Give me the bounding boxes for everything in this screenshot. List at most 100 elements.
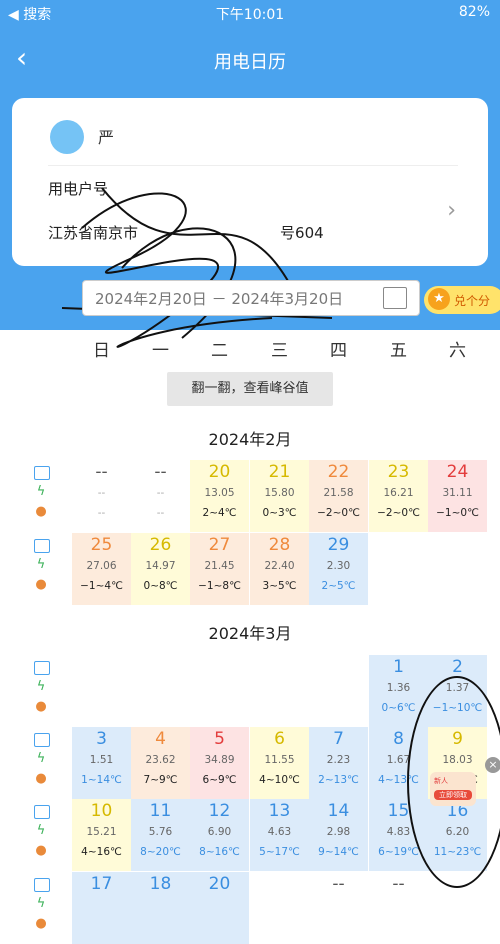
calendar-day-cell[interactable]: 11 5.76 8~20℃ bbox=[131, 799, 190, 871]
status-battery: 82% bbox=[458, 4, 490, 20]
day-number: 3 bbox=[96, 729, 107, 749]
day-temperature: 4~16℃ bbox=[81, 846, 122, 858]
day-number: 29 bbox=[327, 535, 350, 555]
day-number: 28 bbox=[268, 535, 291, 555]
points-badge[interactable]: ★ 兑个分 bbox=[424, 286, 500, 314]
calendar-day-cell[interactable]: 13 4.63 5~17℃ bbox=[250, 799, 309, 871]
calendar-day-cell[interactable]: 27 21.45 −1~8℃ bbox=[190, 533, 249, 605]
calendar-day-cell[interactable]: 29 2.30 2~5℃ bbox=[309, 533, 368, 605]
calendar-day-cell[interactable]: 18 bbox=[131, 872, 190, 944]
day-temperature: −1~8℃ bbox=[198, 580, 241, 592]
weekday-thu: 四 bbox=[330, 341, 347, 361]
day-usage: 22.40 bbox=[264, 560, 295, 572]
calendar-day-cell[interactable]: 12 6.90 8~16℃ bbox=[190, 799, 249, 871]
day-usage: 2.98 bbox=[326, 826, 351, 838]
day-usage: 13.05 bbox=[204, 487, 235, 499]
card-divider bbox=[48, 165, 458, 166]
day-usage: 21.45 bbox=[204, 560, 235, 572]
day-usage: 6.90 bbox=[207, 826, 232, 838]
electricity-icon: ϟ bbox=[36, 557, 46, 572]
avatar bbox=[50, 120, 84, 154]
day-temperature: -- bbox=[97, 507, 106, 519]
calendar-day-cell[interactable]: -- bbox=[309, 872, 368, 944]
date-icon bbox=[34, 466, 50, 480]
calendar-day-cell[interactable]: 4 23.62 7~9℃ bbox=[131, 727, 190, 799]
day-number: 20 bbox=[208, 874, 231, 894]
day-temperature: 6~9℃ bbox=[202, 774, 237, 786]
calendar-day-cell[interactable]: 20 13.05 2~4℃ bbox=[190, 460, 249, 532]
day-usage: 1.51 bbox=[89, 754, 114, 766]
calendar-day-cell[interactable]: -- -- -- bbox=[72, 460, 131, 532]
calendar-day-cell[interactable]: 20 bbox=[190, 872, 249, 944]
day-temperature: −2~0℃ bbox=[317, 507, 360, 519]
day-number: 22 bbox=[327, 462, 350, 482]
calendar-day-cell[interactable]: 24 31.11 −1~0℃ bbox=[428, 460, 487, 532]
day-temperature: −1~4℃ bbox=[80, 580, 123, 592]
month-title: 2024年2月 bbox=[208, 430, 292, 449]
calendar-day-cell[interactable]: -- -- -- bbox=[131, 460, 190, 532]
calendar-day-cell[interactable]: -- bbox=[369, 872, 428, 944]
temperature-icon: ● bbox=[35, 843, 47, 858]
star-icon: ★ bbox=[428, 288, 450, 310]
calendar-icon bbox=[383, 287, 407, 309]
day-number: 1 bbox=[393, 657, 404, 677]
date-icon bbox=[34, 539, 50, 553]
day-temperature: 0~3℃ bbox=[262, 507, 297, 519]
day-temperature: 2~5℃ bbox=[321, 580, 356, 592]
calendar-day-cell[interactable]: 22 21.58 −2~0℃ bbox=[309, 460, 368, 532]
day-temperature: 8~20℃ bbox=[140, 846, 181, 858]
account-name: 严 bbox=[98, 128, 115, 147]
day-temperature: 3~5℃ bbox=[262, 580, 297, 592]
day-usage: 14.97 bbox=[145, 560, 176, 572]
day-usage: 4.63 bbox=[267, 826, 292, 838]
day-temperature: 8~16℃ bbox=[199, 846, 240, 858]
date-icon bbox=[34, 661, 50, 675]
day-number: 18 bbox=[149, 874, 172, 894]
calendar-day-cell[interactable]: 10 15.21 4~16℃ bbox=[72, 799, 131, 871]
day-temperature: 4~10℃ bbox=[259, 774, 300, 786]
calendar-day-cell[interactable]: 21 15.80 0~3℃ bbox=[250, 460, 309, 532]
date-icon bbox=[34, 805, 50, 819]
calendar-day-cell[interactable]: 17 bbox=[72, 872, 131, 944]
day-number: 23 bbox=[387, 462, 410, 482]
day-temperature: -- bbox=[156, 507, 165, 519]
ad-text: 新人 bbox=[434, 777, 448, 785]
day-usage: 31.11 bbox=[442, 487, 473, 499]
calendar-day-cell[interactable]: 26 14.97 0~8℃ bbox=[131, 533, 190, 605]
day-number: 7 bbox=[333, 729, 344, 749]
calendar-day-cell[interactable]: 14 2.98 9~14℃ bbox=[309, 799, 368, 871]
weekday-sun: 日 bbox=[93, 341, 110, 361]
day-number: 14 bbox=[327, 801, 350, 821]
calendar-day-cell[interactable]: 25 27.06 −1~4℃ bbox=[72, 533, 131, 605]
calendar-day-cell[interactable]: 5 34.89 6~9℃ bbox=[190, 727, 249, 799]
chevron-right-icon[interactable]: › bbox=[447, 198, 456, 223]
day-usage: 15.21 bbox=[86, 826, 117, 838]
electricity-icon: ϟ bbox=[36, 751, 46, 766]
temperature-icon: ● bbox=[35, 916, 47, 931]
weekday-header: 日 一 二 三 四 五 六 bbox=[0, 336, 500, 361]
calendar-day-cell[interactable]: 28 22.40 3~5℃ bbox=[250, 533, 309, 605]
electricity-icon: ϟ bbox=[36, 823, 46, 838]
day-number: 27 bbox=[208, 535, 231, 555]
day-number: -- bbox=[95, 462, 108, 482]
weekday-wed: 三 bbox=[271, 341, 288, 361]
day-usage: 23.62 bbox=[145, 754, 176, 766]
day-number: 21 bbox=[268, 462, 291, 482]
close-icon[interactable]: × bbox=[485, 757, 500, 773]
ad-popup[interactable]: 新人 立即领取 bbox=[430, 772, 476, 806]
calendar-day-cell[interactable]: 23 16.21 −2~0℃ bbox=[369, 460, 428, 532]
calendar-day-cell[interactable]: 3 1.51 1~14℃ bbox=[72, 727, 131, 799]
calendar-day-cell[interactable]: 7 2.23 2~13℃ bbox=[309, 727, 368, 799]
weekday-fri: 五 bbox=[390, 341, 407, 361]
calendar-day-cell[interactable]: 6 11.55 4~10℃ bbox=[250, 727, 309, 799]
account-card[interactable]: 严 用电户号 江苏省南京市xxxxxxxxxxxxxxxx号604 › bbox=[12, 98, 488, 348]
ad-button[interactable]: 立即领取 bbox=[434, 790, 472, 800]
day-number: 5 bbox=[214, 729, 225, 749]
day-usage: 2.23 bbox=[326, 754, 351, 766]
day-temperature: −2~0℃ bbox=[377, 507, 420, 519]
day-temperature: 5~17℃ bbox=[259, 846, 300, 858]
date-range-picker[interactable]: 2024年2月20日 － 2024年3月20日 bbox=[82, 280, 420, 316]
day-usage: 2.30 bbox=[326, 560, 351, 572]
date-range-text: 2024年2月20日 － 2024年3月20日 bbox=[95, 290, 344, 308]
flip-peak-valley-button[interactable]: 翻一翻，查看峰谷值 bbox=[167, 372, 333, 406]
